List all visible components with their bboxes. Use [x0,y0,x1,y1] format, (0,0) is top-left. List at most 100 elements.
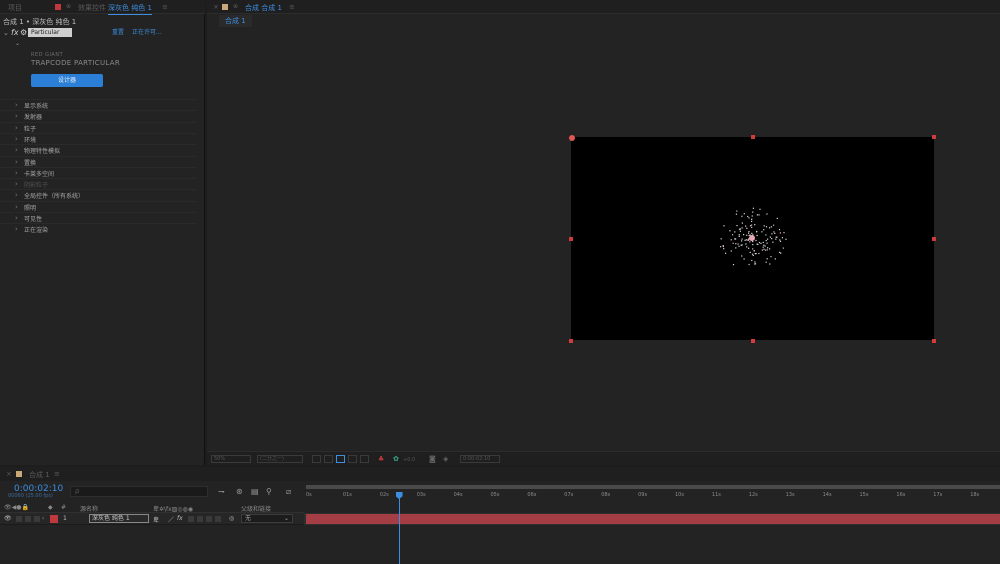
anchor-handle[interactable] [569,135,575,141]
effect-property-group[interactable]: › 全局控件（所有系统） [0,189,196,200]
chevron-right-icon[interactable]: › [15,135,18,143]
chevron-right-icon[interactable]: › [15,225,18,233]
effect-property-group[interactable]: › 物理特性模拟 [0,144,196,155]
chevron-right-icon[interactable]: › [15,169,18,177]
fx-switch-icon[interactable]: fx [177,515,183,522]
chevron-right-icon[interactable]: › [15,191,18,199]
resize-handle-left[interactable] [569,237,573,241]
resize-handle-bottom-left[interactable] [569,339,573,343]
work-area-bar[interactable] [306,485,1000,489]
quality-switch-icon[interactable]: ／ [168,515,174,524]
column-parent[interactable]: 父级和链接 [241,504,271,513]
shy-switch-icon[interactable]: 卑 [153,515,159,524]
resize-handle-top[interactable] [751,135,755,139]
chevron-right-icon[interactable]: › [15,180,18,188]
layer-name[interactable]: 深灰色 纯色 1 [89,514,149,523]
panel-menu-icon[interactable]: ≡ [289,3,295,11]
effect-property-group[interactable]: › 显示系统 [0,99,196,110]
particle-emitter-preview [720,207,787,266]
resize-handle-bottom-right[interactable] [932,339,936,343]
transparency-grid-icon[interactable] [324,455,333,463]
particle [743,258,745,260]
resolution-select[interactable]: (二分之一) [257,455,303,463]
mask-visibility-icon[interactable] [336,455,345,463]
frame-blending-icon[interactable]: ⚲ [266,488,272,496]
snapshot-icon[interactable]: ◙ [429,455,436,463]
tab-timeline-comp[interactable]: 合成 1 [29,470,50,480]
guides-icon[interactable] [348,455,357,463]
pick-whip-icon[interactable]: ◎ [229,515,234,522]
effect-property-group[interactable]: › 阴影粒子 [0,178,196,189]
parent-select[interactable]: 无 ⌄ [241,514,293,523]
chevron-right-icon[interactable]: › [15,146,18,154]
ruler-tick-label: 05s [490,492,500,498]
comp-flowchart-tab[interactable]: 合成 1 [219,15,252,27]
particle [783,232,785,234]
gear-icon[interactable]: ⚙ [20,29,27,37]
layer-duration-bar[interactable] [306,514,1000,524]
resize-handle-top-right[interactable] [932,135,936,139]
effect-property-group[interactable]: › 粒子 [0,121,196,133]
reset-link[interactable]: 重置 [112,29,124,37]
chevron-down-icon[interactable]: ⌄ [3,29,9,37]
effect-property-group[interactable]: › 照明 [0,200,196,212]
zoom-select[interactable]: 50% [211,455,251,463]
chevron-right-icon[interactable]: › [15,214,18,222]
effect-property-group[interactable]: › 卡莱多空间 [0,166,196,178]
resize-handle-right[interactable] [932,237,936,241]
tab-project[interactable]: 项目 [8,3,22,13]
fx-toggle-icon[interactable]: fx [11,29,19,37]
comp-mini-flowchart-icon[interactable]: ⇁ [218,488,225,496]
tab-composition[interactable]: 合成 合成 1 [245,3,282,13]
motion-blur-switch[interactable] [188,516,194,522]
panel-menu-icon[interactable]: ≡ [54,470,60,478]
particle [745,225,747,227]
shy-layers-icon[interactable]: ▤ [251,488,259,496]
column-source-name[interactable]: 源名称 [80,504,98,513]
about-link[interactable]: 正在许可... [132,29,162,37]
effect-property-group[interactable]: › 环境 [0,132,196,144]
exposure-icon[interactable]: ✿ [393,455,399,463]
collapse-switch[interactable] [215,516,221,522]
chevron-right-icon[interactable]: › [15,101,18,109]
lock-icon[interactable]: ⊕ [233,3,238,10]
show-snapshot-icon[interactable]: ◈ [443,455,448,463]
chevron-right-icon[interactable]: › [15,124,18,132]
chevron-right-icon[interactable]: › [42,515,44,522]
tab-effect-controls-label[interactable]: 效果控件 [78,3,106,13]
color-management-icon[interactable]: ♣ [378,455,384,463]
playhead-line[interactable] [398,495,400,564]
particle [763,225,765,227]
close-icon[interactable]: × [6,470,12,478]
effect-property-group[interactable]: › 正在渲染 [0,223,196,234]
table-row[interactable]: 👁 › 1 深灰色 纯色 1 卑 ／ fx ◎ 无 ⌄ [0,513,304,525]
close-icon[interactable]: × [213,3,219,11]
comp-timecode-display[interactable]: 0:00:02:10 [460,455,500,463]
channel-icon[interactable] [360,455,369,463]
chevron-right-icon[interactable]: › [15,158,18,166]
composition-canvas[interactable] [571,137,934,340]
exposure-value[interactable]: +0.0 [403,456,415,464]
audio-toggle[interactable] [16,516,22,522]
panel-menu-icon[interactable]: ≡ [162,3,168,11]
chevron-down-icon[interactable]: ⌄ [15,40,20,48]
lock-icon[interactable]: ⊕ [66,3,71,10]
eye-icon[interactable]: 👁 [4,515,12,522]
resize-handle-bottom[interactable] [751,339,755,343]
layer-label-color[interactable] [50,515,58,523]
lock-toggle[interactable] [34,516,40,522]
solo-toggle[interactable] [25,516,31,522]
effect-property-group[interactable]: › 置换 [0,155,196,167]
effect-property-group[interactable]: › 发射器 [0,110,196,121]
3d-layer-switch[interactable] [206,516,212,522]
chevron-right-icon[interactable]: › [15,203,18,211]
layer-search-input[interactable]: ρ [70,486,208,497]
graph-editor-icon[interactable]: ⧄ [286,488,291,496]
draft-3d-icon[interactable]: ⊛ [236,488,243,496]
tab-effect-controls-layer[interactable]: 深灰色 纯色 1 [108,3,152,15]
chevron-right-icon[interactable]: › [15,112,18,120]
designer-button[interactable]: 设计器 [31,74,103,87]
adjustment-switch[interactable] [197,516,203,522]
region-of-interest-icon[interactable] [312,455,321,463]
effect-property-group[interactable]: › 可见性 [0,212,196,223]
